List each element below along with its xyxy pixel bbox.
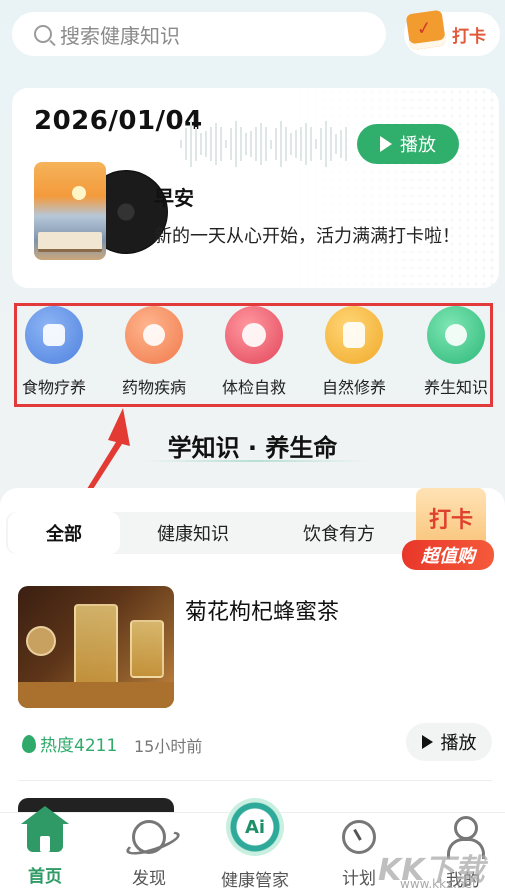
item-timestamp: 15小时前 bbox=[134, 737, 203, 756]
waveform-bar bbox=[290, 133, 292, 155]
checkin-button[interactable]: 打卡 bbox=[404, 9, 500, 56]
tab-all[interactable]: 全部 bbox=[8, 512, 120, 554]
play-icon bbox=[421, 735, 433, 749]
tab-diet[interactable]: 饮食有方 bbox=[282, 512, 396, 554]
waveform-bar bbox=[315, 139, 317, 149]
item-play-label: 播放 bbox=[440, 733, 477, 754]
category-food[interactable]: 食物疗养 bbox=[6, 306, 102, 398]
waveform-bar bbox=[275, 127, 277, 161]
waveform-bar bbox=[225, 139, 227, 149]
waveform-bar bbox=[295, 130, 297, 158]
category-label: 自然修养 bbox=[321, 378, 386, 397]
waveform-bar bbox=[240, 127, 242, 161]
waveform-bar bbox=[185, 128, 187, 160]
promo-checkin-label: 打卡 bbox=[416, 488, 486, 548]
nav-home[interactable]: 首页 bbox=[0, 806, 90, 887]
nav-discover[interactable]: 发现 bbox=[104, 816, 194, 889]
nav-label: 健康管家 bbox=[221, 871, 289, 891]
note-icon bbox=[325, 306, 383, 364]
album-cover[interactable] bbox=[34, 162, 106, 260]
waveform-bar bbox=[285, 127, 287, 161]
promo-deal-label: 超值购 bbox=[402, 540, 494, 570]
waveform-bar bbox=[235, 121, 237, 167]
waveform-bar bbox=[190, 121, 192, 167]
clock-icon bbox=[225, 306, 283, 364]
waveform-bar bbox=[330, 127, 332, 161]
waveform-bar bbox=[335, 133, 337, 155]
item-thumbnail[interactable] bbox=[18, 586, 174, 708]
nav-label: 首页 bbox=[28, 867, 62, 887]
category-medicine[interactable]: 药物疾病 bbox=[106, 306, 202, 398]
section-heading: 学知识 · 养生命 bbox=[167, 434, 338, 462]
category-checkup[interactable]: 体检自救 bbox=[206, 306, 302, 398]
waveform-bar bbox=[260, 123, 262, 165]
watermark-url: www.kkx.net bbox=[400, 877, 477, 891]
timer-icon bbox=[342, 820, 376, 854]
play-label: 播放 bbox=[400, 135, 436, 156]
play-button[interactable]: 播放 bbox=[357, 124, 459, 164]
waveform-bar bbox=[215, 123, 217, 165]
waveform-bar bbox=[300, 126, 302, 162]
waveform-bar bbox=[200, 132, 202, 156]
heat-indicator: 热度4211 bbox=[22, 731, 117, 756]
waveform-bar bbox=[180, 140, 182, 148]
waveform-bar bbox=[205, 130, 207, 158]
category-label: 药物疾病 bbox=[121, 378, 186, 397]
waveform-bar bbox=[255, 126, 257, 162]
category-nature[interactable]: 自然修养 bbox=[306, 306, 402, 398]
promo-badge[interactable]: 打卡 超值购 bbox=[402, 484, 498, 582]
heat-value: 热度4211 bbox=[40, 736, 118, 756]
check-icon bbox=[427, 306, 485, 364]
category-label: 食物疗养 bbox=[21, 378, 86, 397]
item-play-button[interactable]: 播放 bbox=[406, 723, 492, 761]
ai-icon: Ai bbox=[226, 798, 284, 856]
waveform-bar bbox=[305, 123, 307, 165]
nav-health-manager[interactable]: Ai 健康管家 bbox=[210, 798, 300, 891]
waveform-bar bbox=[250, 130, 252, 158]
waveform-bar bbox=[325, 121, 327, 167]
waveform-decoration bbox=[180, 118, 350, 170]
tab-health-knowledge[interactable]: 健康知识 bbox=[136, 512, 250, 554]
medicine-bag-icon bbox=[125, 306, 183, 364]
nav-label: 发现 bbox=[132, 869, 166, 889]
waveform-bar bbox=[265, 126, 267, 162]
category-label: 养生知识 bbox=[423, 378, 488, 397]
waveform-bar bbox=[270, 139, 272, 149]
search-icon bbox=[34, 25, 52, 43]
waveform-bar bbox=[345, 126, 347, 162]
search-placeholder: 搜索健康知识 bbox=[60, 23, 180, 48]
category-wellness[interactable]: 养生知识 bbox=[408, 306, 504, 398]
checkin-label: 打卡 bbox=[452, 26, 486, 47]
waveform-bar bbox=[210, 126, 212, 162]
waveform-bar bbox=[195, 127, 197, 161]
food-icon bbox=[25, 306, 83, 364]
home-icon bbox=[21, 806, 69, 852]
calendar-check-icon bbox=[405, 9, 447, 51]
waveform-bar bbox=[230, 128, 232, 160]
item-title[interactable]: 菊花枸杞蜂蜜茶 bbox=[185, 594, 339, 626]
waveform-bar bbox=[245, 133, 247, 155]
waveform-bar bbox=[340, 130, 342, 158]
waveform-bar bbox=[220, 126, 222, 162]
waveform-bar bbox=[320, 127, 322, 161]
planet-icon bbox=[132, 820, 166, 854]
flame-icon bbox=[22, 734, 36, 753]
divider bbox=[18, 780, 492, 781]
heading-underline bbox=[140, 460, 370, 462]
waveform-bar bbox=[280, 121, 282, 167]
play-icon bbox=[380, 136, 392, 152]
search-bar[interactable]: 搜索健康知识 bbox=[12, 12, 386, 56]
greeting: 早安 bbox=[154, 186, 194, 210]
date-label: 2026/01/04 bbox=[34, 106, 203, 136]
greeting-message: 新的一天从心开始，活力满满打卡啦！ bbox=[154, 226, 460, 247]
category-label: 体检自救 bbox=[221, 378, 286, 397]
waveform-bar bbox=[310, 126, 312, 162]
